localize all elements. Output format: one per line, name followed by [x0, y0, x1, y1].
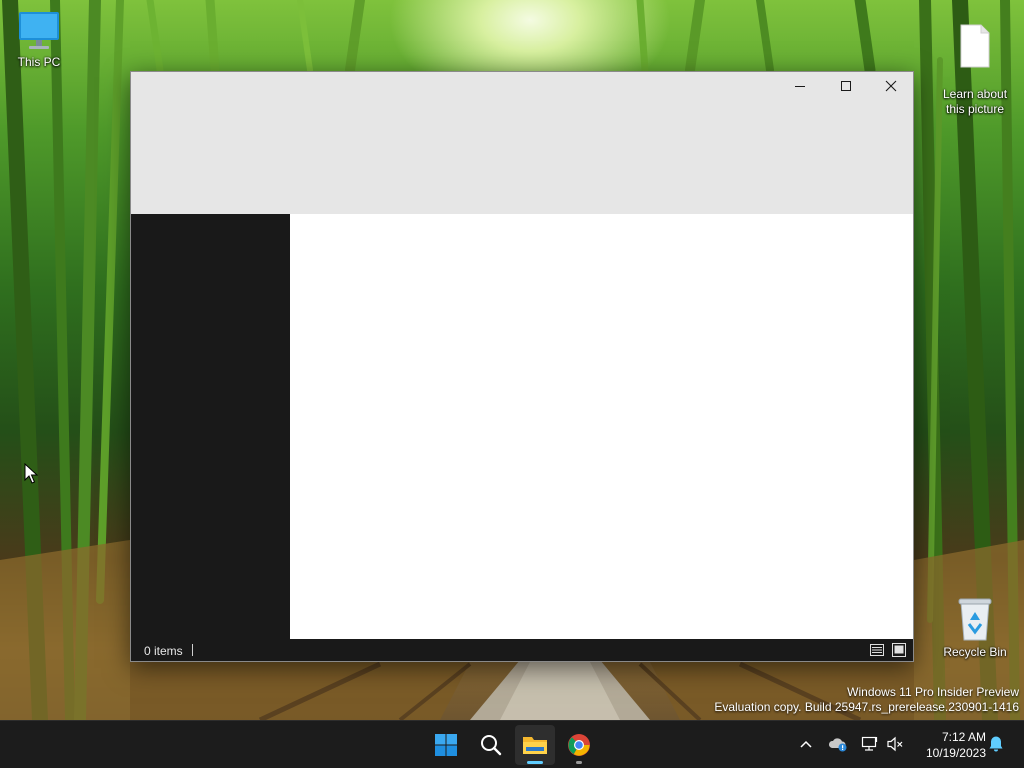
file-explorer-taskbar-button[interactable] — [515, 725, 555, 765]
minimize-icon — [795, 86, 805, 87]
tiles-view-icon — [892, 643, 906, 657]
file-explorer-window[interactable]: 0 items — [130, 71, 914, 662]
notification-center-button[interactable] — [985, 733, 1007, 755]
notification-bell-icon — [989, 736, 1003, 752]
maximize-icon — [841, 81, 851, 91]
document-icon — [960, 24, 990, 68]
watermark-build: Evaluation copy. Build 25947.rs_prerelea… — [714, 700, 1019, 714]
navigation-pane[interactable] — [131, 214, 290, 639]
search-icon — [481, 735, 502, 756]
system-clock[interactable]: 7:12 AM 10/19/2023 — [914, 729, 986, 761]
windows-logo-icon — [435, 734, 457, 756]
start-button[interactable] — [426, 725, 466, 765]
search-button[interactable] — [471, 725, 511, 765]
close-button[interactable] — [868, 72, 914, 100]
network-icon — [861, 736, 878, 751]
clock-date: 10/19/2023 — [925, 746, 986, 760]
clock-time: 7:12 AM — [941, 730, 986, 744]
desktop-icon-label: Recycle Bin — [943, 645, 1007, 659]
chrome-taskbar-button[interactable] — [559, 725, 599, 765]
desktop-icon-label: Learn about this picture — [942, 87, 1008, 116]
minimize-button[interactable] — [777, 72, 823, 100]
chrome-icon — [568, 734, 590, 756]
volume-muted-icon — [887, 736, 903, 752]
recycle-bin-icon — [958, 598, 992, 641]
title-bar[interactable] — [131, 72, 913, 214]
taskbar: 7:12 AM 10/19/2023 — [0, 720, 1024, 768]
item-count: 0 items — [144, 644, 183, 658]
volume-button[interactable] — [884, 733, 906, 755]
status-separator — [192, 644, 193, 656]
running-app-indicator — [576, 761, 582, 764]
active-app-indicator — [527, 761, 543, 764]
mouse-cursor-icon — [24, 463, 38, 484]
show-hidden-icons-button[interactable] — [795, 733, 817, 755]
status-bar: 0 items — [131, 639, 913, 661]
network-button[interactable] — [859, 733, 881, 755]
folder-icon — [523, 737, 547, 754]
details-view-button[interactable] — [869, 642, 885, 658]
watermark-edition: Windows 11 Pro Insider Preview — [847, 685, 1019, 699]
desktop-icon-learn-about-picture[interactable]: Learn about this picture — [937, 8, 1013, 117]
file-list-area[interactable] — [290, 214, 913, 639]
desktop-icon-label: This PC — [17, 55, 61, 69]
monitor-icon — [19, 12, 59, 49]
desktop-icon-recycle-bin[interactable]: Recycle Bin — [937, 596, 1013, 660]
onedrive-button[interactable] — [827, 733, 849, 755]
chevron-up-icon — [800, 740, 812, 748]
evaluation-watermark: Windows 11 Pro Insider Preview Evaluatio… — [714, 685, 1019, 715]
onedrive-icon — [828, 738, 847, 752]
close-icon — [885, 80, 897, 92]
tiles-view-button[interactable] — [891, 642, 907, 658]
maximize-button[interactable] — [823, 72, 869, 100]
details-view-icon — [870, 644, 884, 656]
desktop-icon-this-pc[interactable]: This PC — [1, 10, 77, 70]
